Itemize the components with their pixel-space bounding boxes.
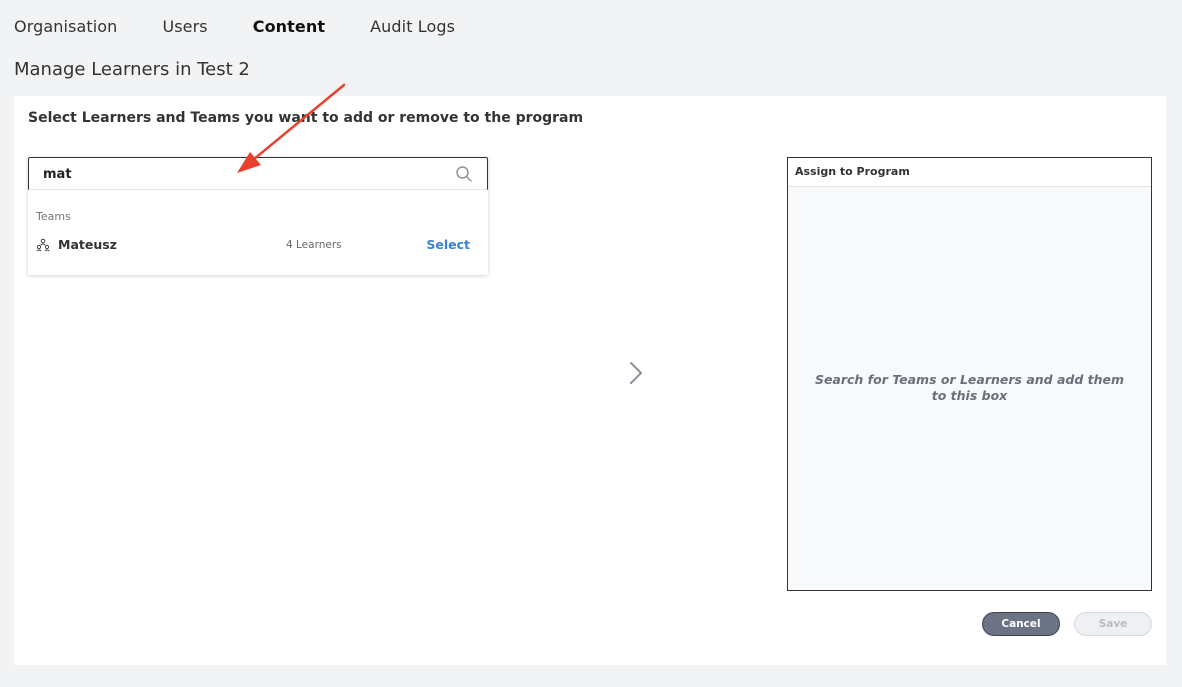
results-group-label: Teams	[36, 210, 71, 223]
page-title: Manage Learners in Test 2	[14, 59, 250, 80]
result-name: Mateusz	[58, 237, 117, 252]
top-nav: Organisation Users Content Audit Logs	[14, 17, 500, 36]
manage-learners-card: Select Learners and Teams you want to ad…	[14, 96, 1166, 665]
assign-to-program-panel: Assign to Program Search for Teams or Le…	[787, 157, 1152, 591]
chevron-right-icon[interactable]	[626, 358, 646, 388]
tab-content[interactable]: Content	[253, 17, 325, 36]
assign-empty-message: Search for Teams or Learners and add the…	[814, 372, 1125, 403]
search-input[interactable]	[43, 164, 443, 184]
result-learner-count: 4 Learners	[286, 239, 342, 251]
tab-audit-logs[interactable]: Audit Logs	[370, 17, 455, 36]
search-dropdown: Teams Mateusz 4 Learners Select	[28, 157, 488, 275]
card-heading: Select Learners and Teams you want to ad…	[28, 110, 584, 126]
cancel-button[interactable]: Cancel	[982, 612, 1060, 636]
select-button[interactable]: Select	[426, 237, 470, 252]
search-icon[interactable]	[455, 165, 473, 183]
tab-users[interactable]: Users	[162, 17, 207, 36]
list-item: Mateusz 4 Learners Select	[36, 235, 480, 257]
search-field-wrapper	[28, 157, 488, 190]
assign-panel-title: Assign to Program	[788, 158, 1151, 187]
tab-organisation[interactable]: Organisation	[14, 17, 117, 36]
save-button[interactable]: Save	[1074, 612, 1152, 636]
team-icon	[36, 238, 50, 252]
